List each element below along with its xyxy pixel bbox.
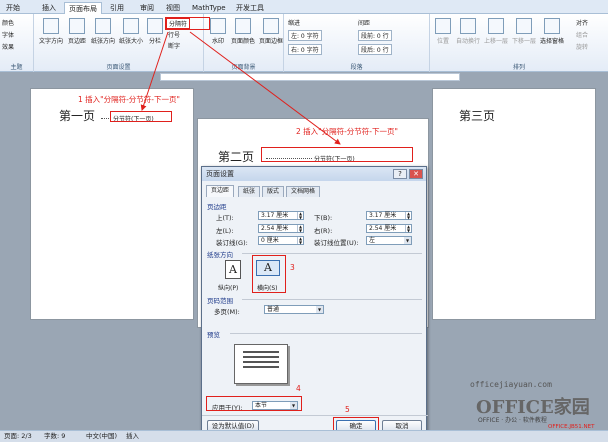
watermark-tagline: OFFICE · 办公 · 软件教程 [478, 417, 547, 424]
arrow-1 [140, 31, 169, 111]
status-page[interactable]: 页面: 2/3 [4, 431, 32, 442]
annotation-arrows [140, 31, 341, 145]
status-mode[interactable]: 插入 [126, 431, 139, 442]
status-language[interactable]: 中文(中国) [86, 431, 117, 442]
arrow-2 [189, 31, 341, 145]
status-words[interactable]: 字数: 9 [44, 431, 65, 442]
watermark-url: officejiayuan.com [470, 380, 552, 389]
status-bar: 页面: 2/3 字数: 9 中文(中国) 插入 [0, 430, 608, 442]
